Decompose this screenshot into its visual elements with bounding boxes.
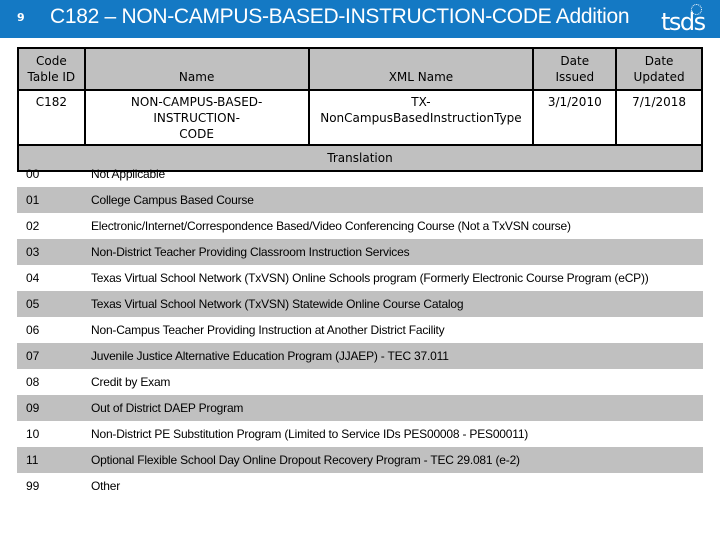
header-xml-name: XML Name [307, 47, 535, 91]
slide-title: C182 – NON-CAMPUS-BASED-INSTRUCTION-CODE… [50, 5, 630, 28]
header-name: Name [83, 47, 310, 91]
title-bar: 9 C182 – NON-CAMPUS-BASED-INSTRUCTION-CO… [0, 0, 720, 38]
code-translation-list: 00 Not Applicable 01 College Campus Based … [17, 161, 703, 499]
code-table-id-value: C182 [17, 89, 86, 146]
code-row: 10 Non-District PE Substitution Program (… [17, 421, 703, 447]
code-value: 99 [26, 479, 40, 493]
code-description: Non-Campus Teacher Providing Instruction… [91, 323, 445, 337]
date-updated-value: 7/1/2018 [615, 89, 703, 146]
date-issued-value: 3/1/2010 [532, 89, 618, 146]
code-value: 00 [26, 167, 40, 181]
code-value: 09 [26, 401, 40, 415]
code-description: Not Applicable [91, 167, 165, 181]
code-row: 11 Optional Flexible School Day Online Dr… [17, 447, 703, 473]
code-description: College Campus Based Course [91, 193, 254, 207]
code-row: 08 Credit by Exam [17, 369, 703, 395]
code-value: 06 [26, 323, 40, 337]
code-description: Texas Virtual School Network (TxVSN) Sta… [91, 297, 464, 311]
logo-dotted-circle-icon [691, 4, 702, 15]
code-value: 10 [26, 427, 40, 441]
code-description: Optional Flexible School Day Online Drop… [91, 453, 520, 467]
code-row: 04 Texas Virtual School Network (TxVSN) O… [17, 265, 703, 291]
code-description: Non-District PE Substitution Program (Li… [91, 427, 529, 441]
code-row: 00 Not Applicable [17, 161, 703, 187]
metadata-header-row: Code Table ID Name XML Name Date Issued Da… [17, 47, 703, 91]
code-value: 05 [26, 297, 40, 311]
code-description: Non-District Teacher Providing Classroom… [91, 245, 410, 259]
slide-number: 9 [17, 11, 25, 24]
code-row: 03 Non-District Teacher Providing Classro… [17, 239, 703, 265]
header-date-updated: Date Updated [615, 47, 703, 91]
tsds-logo: tsds [661, 2, 711, 36]
code-value: 03 [26, 245, 40, 259]
code-row: 09 Out of District DAEP Program [17, 395, 703, 421]
header-date-issued: Date Issued [532, 47, 618, 91]
code-value: 02 [26, 219, 40, 233]
code-description: Other [91, 479, 121, 493]
code-value: 11 [26, 453, 39, 467]
code-value: 01 [26, 193, 40, 207]
code-description: Credit by Exam [91, 375, 171, 389]
code-row: 05 Texas Virtual School Network (TxVSN) S… [17, 291, 703, 317]
code-row: 99 Other [17, 473, 703, 499]
header-code-table-id: Code Table ID [17, 47, 86, 91]
name-value: NON-CAMPUS-BASED-INSTRUCTION- CODE [83, 89, 310, 146]
code-value: 04 [26, 271, 40, 285]
code-value: 07 [26, 349, 40, 363]
code-row: 07 Juvenile Justice Alternative Education… [17, 343, 703, 369]
code-description: Out of District DAEP Program [91, 401, 244, 415]
code-table-metadata: Code Table ID Name XML Name Date Issued Da… [17, 47, 703, 172]
code-description: Juvenile Justice Alternative Education P… [91, 349, 449, 363]
xml-name-value: TX-NonCampusBasedInstructionType [307, 89, 535, 146]
code-row: 01 College Campus Based Course [17, 187, 703, 213]
code-row: 06 Non-Campus Teacher Providing Instructi… [17, 317, 703, 343]
metadata-value-row: C182 NON-CAMPUS-BASED-INSTRUCTION- CODE T… [17, 89, 703, 146]
code-value: 08 [26, 375, 40, 389]
code-description: Texas Virtual School Network (TxVSN) Onl… [91, 271, 649, 285]
code-row: 02 Electronic/Internet/Correspondence Bas… [17, 213, 703, 239]
code-description: Electronic/Internet/Correspondence Based… [91, 219, 571, 233]
